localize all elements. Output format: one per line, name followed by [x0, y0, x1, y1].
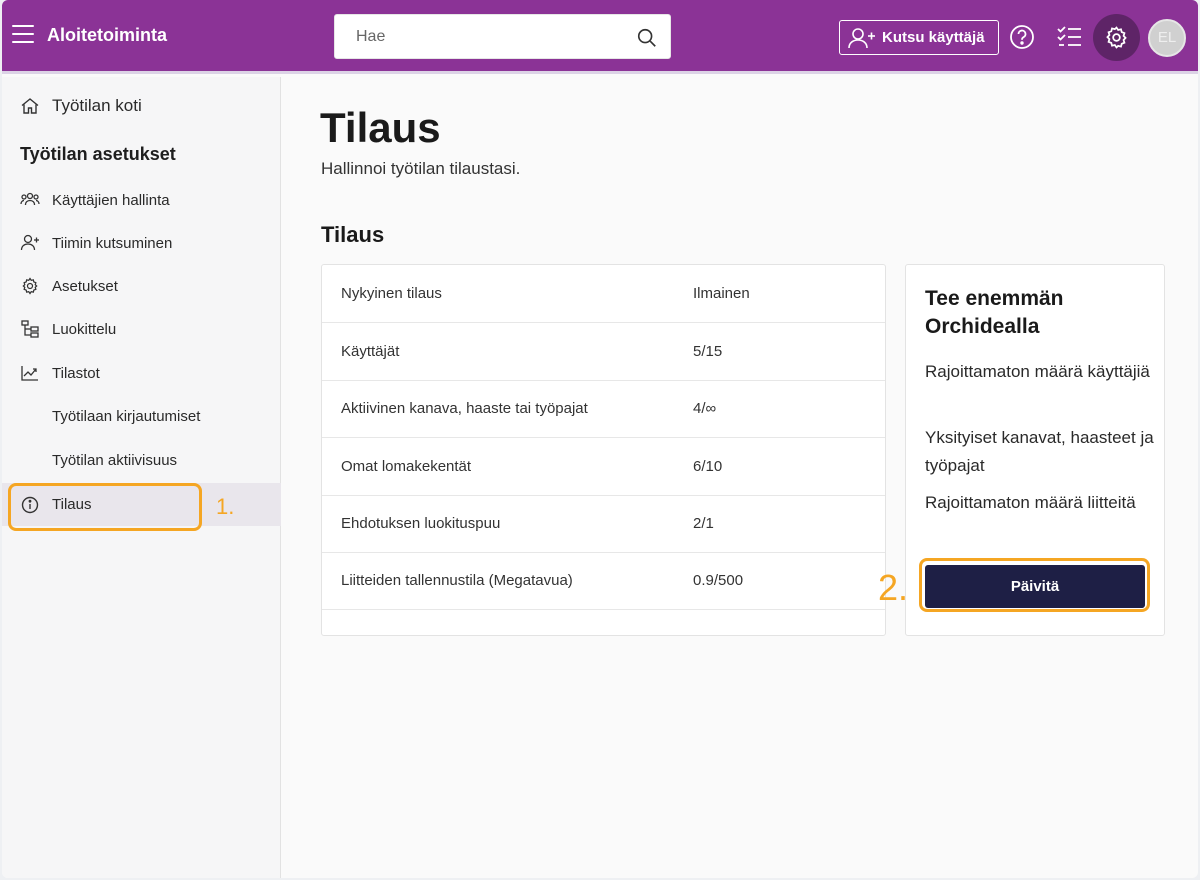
checklist-icon[interactable] [1055, 22, 1085, 52]
sidebar-item-workspace-activity[interactable]: Työtilan aktiivisuus [2, 440, 281, 480]
avatar[interactable]: EL [1148, 19, 1186, 57]
sidebar-item-settings[interactable]: Asetukset [2, 266, 281, 306]
table-row: Aktiivinen kanava, haaste tai työpajat 4… [322, 380, 885, 438]
row-value: Ilmainen [693, 285, 750, 302]
sidebar-heading: Työtilan asetukset [20, 144, 176, 164]
search-input[interactable] [335, 15, 625, 58]
table-row: Nykyinen tilaus Ilmainen [322, 265, 885, 323]
table-row: Käyttäjät 5/15 [322, 323, 885, 381]
trend-icon [21, 366, 38, 381]
users-icon [20, 192, 40, 206]
sidebar-item-label: Tilaus [52, 496, 92, 513]
app-title[interactable]: Aloitetoiminta [47, 25, 167, 46]
home-icon [21, 98, 39, 114]
promo-feature: Rajoittamaton määrä käyttäjiä [925, 362, 1150, 381]
sidebar-item-label: Työtilan koti [52, 96, 142, 115]
sidebar-item-categorization[interactable]: Luokittelu [2, 309, 281, 349]
promo-feature: Yksityiset kanavat, haasteet ja työpajat [925, 428, 1154, 475]
row-value: 5/15 [693, 343, 723, 360]
settings-button[interactable] [1093, 14, 1140, 61]
sidebar-item-label: Tiimin kutsuminen [52, 234, 173, 252]
section-title: Tilaus [321, 222, 385, 247]
add-user-icon [20, 234, 39, 251]
top-bar: Aloitetoiminta Kutsu käyttäjä [2, 0, 1198, 74]
upgrade-promo-card: Tee enemmän Orchidealla Rajoittamaton mä… [905, 264, 1165, 636]
sidebar-item-team-invite[interactable]: Tiimin kutsuminen [2, 223, 281, 263]
row-key: Liitteiden tallennustila (Megatavua) [341, 572, 573, 589]
table-row: Ehdotuksen luokituspuu 2/1 [322, 495, 885, 553]
row-value: 6/10 [693, 458, 723, 475]
upgrade-button[interactable]: Päivitä [925, 565, 1145, 608]
sidebar-item-workspace-logins[interactable]: Työtilaan kirjautumiset [2, 396, 281, 436]
search-box [334, 14, 671, 59]
info-icon [21, 496, 39, 513]
sidebar-item-label: Käyttäjien hallinta [52, 191, 170, 209]
sidebar-item-label: Tilastot [52, 364, 100, 382]
sidebar-item-label: Asetukset [52, 277, 118, 295]
search-icon[interactable] [636, 27, 658, 49]
sidebar-item-label: Työtilaan kirjautumiset [52, 407, 201, 425]
invite-user-label: Kutsu käyttäjä [882, 29, 985, 46]
sidebar-item-label: Luokittelu [52, 320, 117, 338]
table-row: Omat lomakekentät 6/10 [322, 438, 885, 496]
sidebar-item-subscription[interactable]: Tilaus [2, 483, 281, 526]
row-key: Omat lomakekentät [341, 458, 472, 475]
subscription-table: Nykyinen tilaus Ilmainen Käyttäjät 5/15 … [321, 264, 886, 636]
page-title: Tilaus [320, 104, 441, 151]
sidebar-item-label: Työtilan aktiivisuus [52, 451, 178, 469]
add-user-icon [848, 27, 875, 48]
sidebar-item-home[interactable]: Työtilan koti [2, 86, 281, 126]
step-1-label: 1. [216, 494, 235, 519]
gear-icon [1106, 26, 1127, 49]
row-key: Aktiivinen kanava, haaste tai työpajat [341, 400, 588, 417]
page-subtitle: Hallinnoi työtilan tilaustasi. [321, 159, 521, 178]
help-icon[interactable] [1007, 22, 1037, 52]
row-key: Käyttäjät [341, 343, 400, 360]
promo-title: Tee enemmän Orchidealla [925, 287, 1064, 338]
menu-icon[interactable] [12, 25, 34, 47]
sidebar-item-statistics[interactable]: Tilastot [2, 353, 281, 393]
sidebar-item-user-management[interactable]: Käyttäjien hallinta [2, 180, 281, 220]
row-value: 2/1 [693, 515, 714, 532]
hierarchy-icon [21, 320, 39, 338]
table-row: Liitteiden tallennustila (Megatavua) 0.9… [322, 552, 885, 610]
invite-user-button[interactable]: Kutsu käyttäjä [839, 20, 999, 55]
step-2-label: 2. [878, 567, 909, 608]
gear-icon [22, 277, 38, 295]
promo-feature: Rajoittamaton määrä liitteitä [925, 493, 1136, 512]
app-window: Aloitetoiminta Kutsu käyttäjä [2, 0, 1198, 878]
row-key: Ehdotuksen luokituspuu [341, 515, 501, 532]
sidebar: Työtilan koti Työtilan asetukset Käyttäj… [2, 77, 281, 878]
row-value: 4/∞ [693, 400, 717, 417]
row-key: Nykyinen tilaus [341, 285, 442, 302]
row-value: 0.9/500 [693, 572, 744, 589]
